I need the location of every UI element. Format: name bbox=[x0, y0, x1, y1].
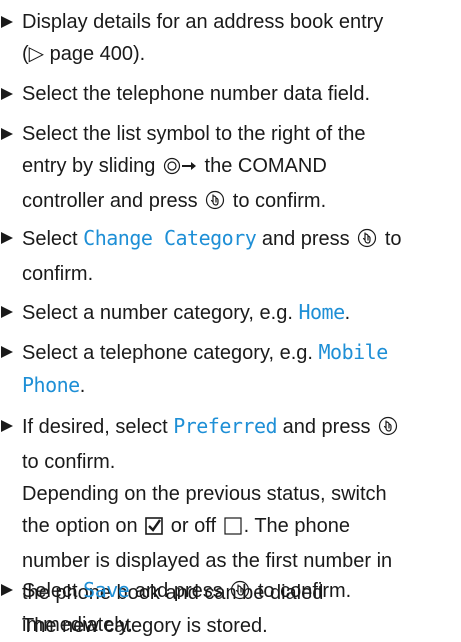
menu-item-change-category: Change Category bbox=[83, 226, 257, 250]
step-3: Select the list symbol to the right of t… bbox=[0, 118, 461, 220]
step-text-line: If desired, select Preferred and press bbox=[22, 410, 461, 446]
menu-item-mobile: Mobile bbox=[318, 340, 389, 364]
step-6: Select a telephone category, e.g. Mobile… bbox=[0, 336, 461, 402]
step-text: Select a number category, e.g. bbox=[22, 302, 293, 324]
bullet-arrow-icon bbox=[0, 118, 22, 150]
step-result-line: the option on or off . The phone bbox=[22, 510, 461, 545]
step-text-line: Select the list symbol to the right of t… bbox=[22, 123, 366, 145]
controller-press-icon bbox=[378, 414, 398, 446]
step-text: and press bbox=[261, 228, 350, 250]
step-text-line: (▷ page 400). bbox=[22, 43, 146, 65]
step-text: If desired, select bbox=[22, 416, 168, 438]
step-text: to bbox=[384, 228, 402, 250]
step-text-line: Phone. bbox=[22, 369, 461, 402]
step-text: the option on bbox=[22, 515, 138, 537]
menu-item-home: Home bbox=[298, 300, 345, 324]
step-text: entry by sliding bbox=[22, 155, 156, 177]
step-text: to confirm. bbox=[232, 190, 327, 212]
step-text-line: Select Change Category and press to bbox=[22, 222, 461, 258]
menu-item-phone: Phone bbox=[22, 373, 80, 397]
step-text-line: confirm. bbox=[22, 263, 94, 285]
step-2: Select the telephone number data field. bbox=[0, 78, 461, 110]
step-text: and press bbox=[282, 416, 371, 438]
step-text: Select bbox=[22, 228, 78, 250]
bullet-arrow-icon bbox=[0, 6, 22, 38]
step-text: controller and press bbox=[22, 190, 198, 212]
step-text-line: to confirm. bbox=[22, 451, 116, 473]
step-text: to confirm. bbox=[257, 580, 352, 602]
step-1: Display details for an address book entr… bbox=[0, 6, 461, 70]
bullet-arrow-icon bbox=[0, 296, 22, 328]
step-text-line: controller and press to confirm. bbox=[22, 185, 461, 220]
step-text: and press bbox=[134, 580, 223, 602]
step-result-line: The new category is stored. bbox=[22, 615, 268, 637]
step-text-line: Display details for an address book entr… bbox=[22, 11, 384, 33]
checkbox-checked-icon bbox=[145, 513, 164, 545]
step-text: . bbox=[344, 302, 351, 324]
step-text: Select a telephone category, e.g. bbox=[22, 342, 313, 364]
bullet-arrow-icon bbox=[0, 336, 22, 368]
bullet-arrow-icon bbox=[0, 78, 22, 110]
step-text-line: Select a telephone category, e.g. Mobile bbox=[22, 336, 461, 369]
bullet-arrow-icon bbox=[0, 410, 22, 442]
step-8: Select Save and press to confirm. The ne… bbox=[0, 574, 461, 642]
step-result-line: Depending on the previous status, switch bbox=[22, 483, 387, 505]
checkbox-unchecked-icon bbox=[223, 513, 242, 545]
menu-item-preferred: Preferred bbox=[173, 414, 278, 438]
step-text: or off bbox=[170, 515, 216, 537]
step-text: the COMAND bbox=[204, 155, 327, 177]
controller-press-icon bbox=[205, 188, 225, 220]
controller-press-icon bbox=[230, 578, 250, 610]
step-text-line: entry by sliding the COMAND bbox=[22, 150, 461, 185]
step-text-line: Select Save and press to confirm. bbox=[22, 574, 461, 610]
bullet-arrow-icon bbox=[0, 574, 22, 606]
bullet-arrow-icon bbox=[0, 222, 22, 254]
step-text: Select bbox=[22, 580, 78, 602]
step-text: . bbox=[79, 375, 86, 397]
controller-press-icon bbox=[357, 226, 377, 258]
step-result-line: number is displayed as the first number … bbox=[22, 550, 393, 572]
step-text-line: Select a number category, e.g. Home. bbox=[22, 296, 461, 329]
step-4: Select Change Category and press to conf… bbox=[0, 222, 461, 290]
step-5: Select a number category, e.g. Home. bbox=[0, 296, 461, 329]
step-text: . The phone bbox=[243, 515, 350, 537]
menu-item-save: Save bbox=[83, 578, 130, 602]
controller-slide-right-icon bbox=[163, 153, 197, 185]
step-text-line: Select the telephone number data field. bbox=[22, 83, 371, 105]
